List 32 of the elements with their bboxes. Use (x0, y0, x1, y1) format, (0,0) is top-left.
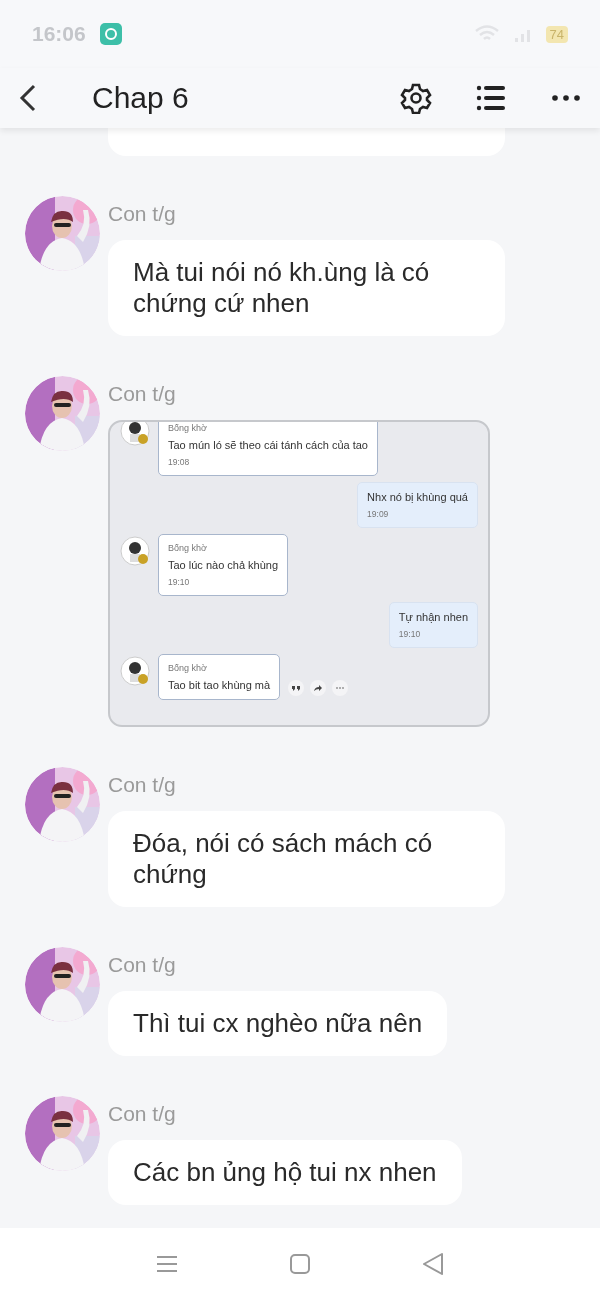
settings-icon[interactable] (400, 82, 432, 114)
message-text: Tự nhận nhen (398, 611, 468, 623)
message-text: Nhx nó bị khùng quá (367, 491, 468, 503)
message-bubble: Đóa, nói có sách mách có chứng (108, 811, 505, 907)
message-bubble: Thì tui cx nghèo nữa nên (108, 991, 448, 1056)
sender-name: Con t/g (108, 772, 176, 797)
message-time: 19:10 (168, 577, 191, 587)
home-icon[interactable] (287, 1251, 313, 1277)
chat-screenshot[interactable]: Bống khờ Tao mún ló sẽ theo cái tánh cách của tao 19:08 Nhx nó bị khùng quá 19:09 Bống khờ Tao lúc nào chả khùng 19:10 Tự nhận nhen 19:10 Bống khờ Tao bit tao khùng mà (108, 420, 490, 727)
message-time: 19:10 (398, 629, 422, 639)
sender-name: Bống khờ (168, 543, 208, 553)
quote-icon[interactable] (288, 680, 305, 696)
avatar-icon (120, 422, 150, 446)
avatar-icon (120, 536, 150, 566)
avatar-icon (120, 656, 150, 686)
message-time: 19:08 (168, 457, 191, 467)
message-time: 19:09 (367, 509, 390, 519)
sender-name: Con t/g (108, 381, 176, 406)
message-text: Tao bit tao khùng mà (168, 679, 271, 691)
share-icon[interactable] (310, 680, 327, 696)
chapter-title: Chap 6 (92, 81, 190, 115)
sender-name: Con t/g (108, 201, 176, 226)
message-bubble: Các bn ủng hộ tui nx nhen (108, 1140, 462, 1205)
sender-name: Con t/g (108, 952, 176, 977)
message-text: Tao mún ló sẽ theo cái tánh cách của tao (168, 439, 368, 451)
app-notification-icon (99, 23, 122, 45)
sender-name: Con t/g (108, 1101, 176, 1126)
battery-level: 74 (545, 25, 568, 43)
message-text: Tao lúc nào chả khùng (168, 559, 279, 571)
sender-name: Bống khờ (168, 423, 208, 433)
message-bubble: Mà tui nói nó kh.ùng là có chứng cứ nhen (108, 240, 505, 336)
sender-name: Bống khờ (168, 663, 208, 673)
